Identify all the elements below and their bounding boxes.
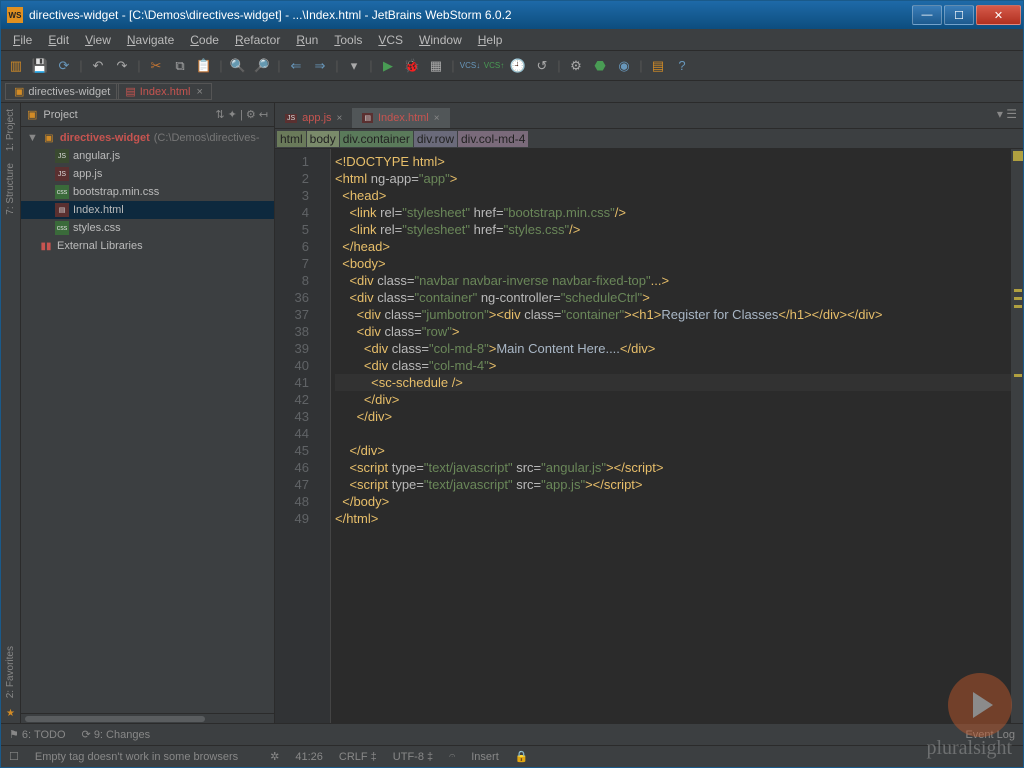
changes-tab[interactable]: ⟳ 9: Changes <box>82 728 151 741</box>
menu-help[interactable]: Help <box>470 31 511 49</box>
forward-icon[interactable]: ⇒ <box>309 55 331 77</box>
code-content[interactable]: <!DOCTYPE html><html ng-app="app"> <head… <box>331 149 1011 723</box>
menu-run[interactable]: Run <box>288 31 326 49</box>
breadcrumb-item[interactable]: div.container <box>340 131 413 147</box>
todo-tab[interactable]: ⚑ 6: TODO <box>9 728 66 741</box>
menu-view[interactable]: View <box>77 31 119 49</box>
breadcrumb-item[interactable]: div.row <box>414 131 457 147</box>
maximize-button[interactable]: ☐ <box>944 5 974 25</box>
status-insert: Insert <box>471 751 499 763</box>
menu-code[interactable]: Code <box>182 31 227 49</box>
plugin-icon[interactable]: ⬣ <box>589 55 611 77</box>
tasks-icon[interactable]: ▤ <box>647 55 669 77</box>
copy-icon[interactable]: ⧉ <box>169 55 191 77</box>
editor-tabs: ▾ ☰ JSapp.js×▤Index.html× <box>275 103 1023 129</box>
debug-icon[interactable]: 🐞 <box>401 55 423 77</box>
tree-file[interactable]: ▤Index.html <box>21 201 274 219</box>
bottom-tool-strip: ⚑ 6: TODO ⟳ 9: Changes Event Log <box>1 723 1023 745</box>
tree-root[interactable]: ▼ ▣ directives-widget (C:\Demos\directiv… <box>21 129 274 147</box>
menu-navigate[interactable]: Navigate <box>119 31 182 49</box>
status-position: 41:26 <box>295 751 323 763</box>
settings-icon[interactable]: ⚙ <box>565 55 587 77</box>
side-tab-project[interactable]: 1: Project <box>3 103 18 157</box>
editor-area: ▾ ☰ JSapp.js×▤Index.html× htmlbodydiv.co… <box>275 103 1023 723</box>
titlebar: WS directives-widget - [C:\Demos\directi… <box>1 1 1023 29</box>
code-editor[interactable]: 123456783637383940414243444546474849 <!D… <box>275 149 1023 723</box>
tree-file[interactable]: JSapp.js <box>21 165 274 183</box>
tree-file[interactable]: cssstyles.css <box>21 219 274 237</box>
replace-icon[interactable]: 🔎 <box>251 55 273 77</box>
menu-vcs[interactable]: VCS <box>370 31 411 49</box>
editor-tab[interactable]: ▤Index.html× <box>352 108 449 128</box>
vcs-revert-icon[interactable]: ↺ <box>531 55 553 77</box>
help-icon[interactable]: ? <box>671 55 693 77</box>
event-log-tab[interactable]: Event Log <box>965 729 1015 741</box>
left-tool-strip: 1: Project 7: Structure 2: Favorites ★ <box>1 103 21 723</box>
editor-tab[interactable]: JSapp.js× <box>275 108 352 128</box>
minimize-button[interactable]: — <box>912 5 942 25</box>
vcs-history-icon[interactable]: 🕘 <box>507 55 529 77</box>
tree-file[interactable]: cssbootstrap.min.css <box>21 183 274 201</box>
save-icon[interactable]: 💾 <box>29 55 51 77</box>
status-bar: ☐ Empty tag doesn't work in some browser… <box>1 745 1023 767</box>
coverage-icon[interactable]: ▦ <box>425 55 447 77</box>
side-tab-structure[interactable]: 7: Structure <box>3 157 18 221</box>
paste-icon[interactable]: 📋 <box>193 55 215 77</box>
cut-icon[interactable]: ✂ <box>145 55 167 77</box>
lock-icon[interactable]: 🔒 <box>515 750 529 763</box>
menu-refactor[interactable]: Refactor <box>227 31 288 49</box>
status-lineend[interactable]: CRLF ‡ <box>339 751 377 763</box>
menu-window[interactable]: Window <box>411 31 470 49</box>
fold-gutter[interactable] <box>317 149 331 723</box>
crumb-file[interactable]: ▤Index.html× <box>116 83 212 100</box>
menu-tools[interactable]: Tools <box>326 31 370 49</box>
back-icon[interactable]: ⇐ <box>285 55 307 77</box>
redo-icon[interactable]: ↷ <box>111 55 133 77</box>
open-icon[interactable]: ▥ <box>5 55 27 77</box>
project-pane-header: ▣ Project ⇅ ✦ | ⚙ ↤ <box>21 103 274 127</box>
tree-external[interactable]: ▮▮ External Libraries <box>21 237 274 255</box>
vcs-commit-icon[interactable]: VCS↑ <box>483 55 505 77</box>
project-pane-title: Project <box>43 109 77 121</box>
build-icon[interactable]: ▾ <box>343 55 365 77</box>
refresh-icon[interactable]: ⟳ <box>53 55 75 77</box>
breadcrumb-item[interactable]: html <box>277 131 306 147</box>
tree-file[interactable]: JSangular.js <box>21 147 274 165</box>
find-icon[interactable]: 🔍 <box>227 55 249 77</box>
undo-icon[interactable]: ↶ <box>87 55 109 77</box>
project-hscroll[interactable] <box>21 713 274 723</box>
status-hint: Empty tag doesn't work in some browsers <box>35 751 238 763</box>
tabs-menu-icon[interactable]: ▾ ☰ <box>997 107 1017 121</box>
crumb-project[interactable]: ▣directives-widget <box>5 83 119 100</box>
status-encoding[interactable]: UTF-8 ‡ <box>393 751 433 763</box>
line-gutter: 123456783637383940414243444546474849 <box>275 149 317 723</box>
error-stripe[interactable] <box>1011 149 1023 723</box>
menu-file[interactable]: File <box>5 31 40 49</box>
window-title: directives-widget - [C:\Demos\directives… <box>29 8 910 22</box>
project-pane: ▣ Project ⇅ ✦ | ⚙ ↤ ▼ ▣ directives-widge… <box>21 103 275 723</box>
menu-edit[interactable]: Edit <box>40 31 77 49</box>
breadcrumb-item[interactable]: body <box>307 131 339 147</box>
menubar: FileEditViewNavigateCodeRefactorRunTools… <box>1 29 1023 51</box>
app-icon: WS <box>7 7 23 23</box>
vcs-update-icon[interactable]: VCS↓ <box>459 55 481 77</box>
side-tab-favorites[interactable]: 2: Favorites <box>3 640 18 704</box>
code-breadcrumb: htmlbodydiv.containerdiv.rowdiv.col-md-4 <box>275 129 1023 149</box>
toolbar: ▥ 💾 ⟳ | ↶ ↷ | ✂ ⧉ 📋 | 🔍 🔎 | ⇐ ⇒ | ▾ | ▶ … <box>1 51 1023 81</box>
nav-breadcrumb: ▣directives-widget ▤Index.html× <box>1 81 1023 103</box>
breadcrumb-item[interactable]: div.col-md-4 <box>458 131 528 147</box>
project-tree[interactable]: ▼ ▣ directives-widget (C:\Demos\directiv… <box>21 127 274 713</box>
structure-icon[interactable]: ◉ <box>613 55 635 77</box>
run-icon[interactable]: ▶ <box>377 55 399 77</box>
close-button[interactable]: ✕ <box>976 5 1021 25</box>
